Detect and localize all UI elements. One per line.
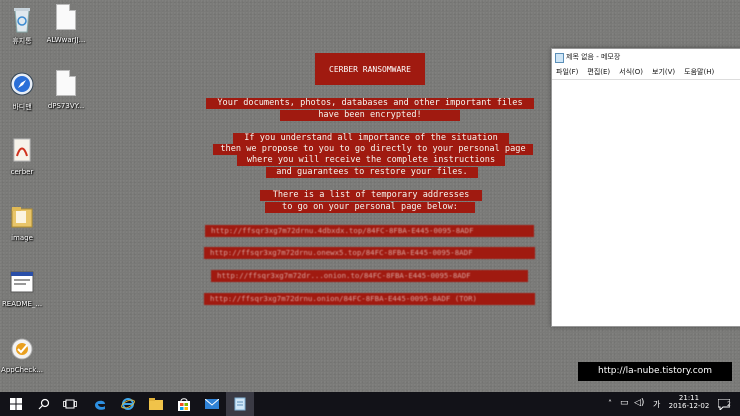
start-button[interactable] <box>2 392 30 416</box>
mail-icon <box>205 399 219 409</box>
icon-label: 휴지통 <box>12 37 32 45</box>
menu-view[interactable]: 보기(V) <box>652 65 675 79</box>
chevron-up-icon[interactable]: ˄ <box>608 399 612 408</box>
icon-label: README_... <box>1 300 43 308</box>
internet-explorer-icon <box>121 398 135 410</box>
ransom-url: http://ffsqr3xg7m72drnu.4dbxdx.top/84FC-… <box>205 225 534 237</box>
icon-label: cerber <box>10 168 34 176</box>
desktop-icon-image[interactable]: image <box>0 202 44 242</box>
menu-edit[interactable]: 편집(E) <box>587 65 610 79</box>
ransom-title: CERBER RANSOMWARE <box>315 53 425 85</box>
file-icon <box>52 70 80 100</box>
html-file-icon <box>8 268 36 298</box>
task-view-button[interactable] <box>56 392 84 416</box>
watermark: http://la-nube.tistory.com <box>578 362 732 381</box>
menu-help[interactable]: 도움말(H) <box>684 65 714 79</box>
notification-count: 2 <box>727 401 731 408</box>
menu-file[interactable]: 파일(F) <box>556 65 578 79</box>
taskbar-notepad[interactable] <box>226 392 254 416</box>
action-center-button[interactable]: 2 <box>716 392 736 416</box>
desktop-icon-readme[interactable]: README_... <box>0 268 44 308</box>
desktop-icon-alwwar[interactable]: ALWwarJJ... <box>44 4 88 44</box>
desktop-icon-recycle-bin[interactable]: 휴지통 <box>0 4 44 46</box>
notepad-icon <box>555 53 564 63</box>
search-button[interactable] <box>30 392 58 416</box>
icon-label: 바디맨 <box>12 103 32 111</box>
network-icon[interactable]: ▭ <box>620 398 629 408</box>
appcheck-icon <box>8 334 36 364</box>
folder-icon <box>149 398 163 410</box>
ransom-url: http://ffsqr3xg7m72drnu.onion/84FC-8FBA-… <box>204 293 535 305</box>
notepad-icon <box>234 397 246 411</box>
desktop-icon-appcheck[interactable]: AppCheck... <box>0 334 44 374</box>
recycle-bin-icon <box>8 4 36 34</box>
clock[interactable]: 21:11 2016-12-02 <box>664 392 714 416</box>
ransom-url: http://ffsqr3xg7m72drnu.onewx5.top/84FC-… <box>204 247 535 259</box>
notepad-titlebar[interactable]: 제목 없음 - 메모장 <box>552 49 740 65</box>
compass-icon <box>8 70 36 100</box>
ransom-line: There is a list of temporary addresses <box>260 190 482 201</box>
windows-icon <box>10 398 22 410</box>
clock-time: 21:11 <box>678 394 700 402</box>
taskbar-store[interactable] <box>170 392 198 416</box>
edge-icon <box>95 400 105 410</box>
icon-label: ALWwarJJ... <box>46 36 86 44</box>
volume-icon[interactable]: ◁) <box>634 398 644 408</box>
desktop: 휴지통 ALWwarJJ... 바디맨 dPS73VY... cerber im… <box>0 0 740 392</box>
icon-label: dPS73VY... <box>47 102 85 110</box>
notepad-text-area[interactable] <box>552 80 740 326</box>
search-icon <box>38 398 50 410</box>
ransom-line: If you understand all importance of the … <box>233 133 509 144</box>
clock-date: 2016-12-02 <box>668 402 710 410</box>
ransom-line: to go on your personal page below: <box>265 202 475 213</box>
ransom-line: then we propose to you to go directly to… <box>213 144 533 155</box>
taskbar-file-explorer[interactable] <box>142 392 170 416</box>
task-view-icon <box>63 399 77 409</box>
taskbar-edge[interactable] <box>86 392 114 416</box>
icon-label: image <box>11 234 33 242</box>
ime-indicator[interactable]: 가 <box>653 399 660 410</box>
ransom-line: have been encrypted! <box>280 110 460 121</box>
file-icon <box>52 4 80 34</box>
taskbar-mail[interactable] <box>198 392 226 416</box>
desktop-icon-cerber[interactable]: cerber <box>0 136 44 176</box>
desktop-icon-dps[interactable]: dPS73VY... <box>44 70 88 110</box>
icon-label: AppCheck... <box>1 366 43 374</box>
system-tray: ˄ ▭ ◁) 가 <box>604 392 664 416</box>
ransom-line: Your documents, photos, databases and ot… <box>206 98 534 109</box>
taskbar-ie[interactable] <box>114 392 142 416</box>
notepad-menubar: 파일(F) 편집(E) 서식(O) 보기(V) 도움말(H) <box>552 65 740 80</box>
taskbar: ˄ ▭ ◁) 가 21:11 2016-12-02 2 <box>0 392 740 416</box>
folder-icon <box>8 202 36 232</box>
ransom-line: and guarantees to restore your files. <box>266 167 478 178</box>
store-icon <box>178 397 190 411</box>
ransom-url: http://ffsqr3xg7m72dr...onion.to/84FC-8F… <box>211 270 528 282</box>
notepad-title: 제목 없음 - 메모장 <box>566 53 621 61</box>
pdf-icon <box>8 136 36 166</box>
ransom-line: where you will receive the complete inst… <box>237 155 505 166</box>
desktop-icon-safari[interactable]: 바디맨 <box>0 70 44 112</box>
menu-format[interactable]: 서식(O) <box>619 65 643 79</box>
notepad-window[interactable]: 제목 없음 - 메모장 파일(F) 편집(E) 서식(O) 보기(V) 도움말(… <box>551 48 740 327</box>
